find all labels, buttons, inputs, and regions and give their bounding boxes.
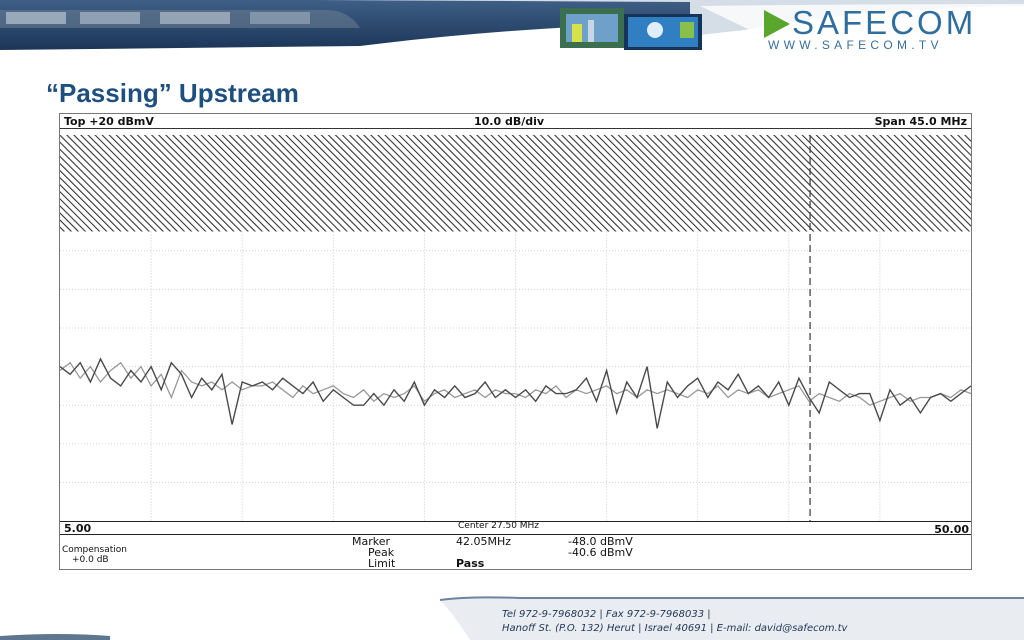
limit-status: Pass	[456, 557, 485, 570]
compensation-label: Compensation	[62, 545, 127, 555]
limit-label: Limit	[368, 557, 396, 570]
marker-frequency: 42.05MHz	[456, 535, 512, 548]
logo-wordmark: SAFECOM	[792, 4, 977, 41]
safecom-logo: SAFECOM WWW.SAFECOM.TV	[764, 4, 1004, 52]
peak-level: -40.6 dBmV	[568, 546, 633, 559]
scale-label: 10.0 dB/div	[474, 115, 545, 128]
spectrum-printout: Top +20 dBmV 10.0 dB/div Span 45.0 MHz 5…	[59, 113, 972, 570]
span-label: Span 45.0 MHz	[874, 115, 967, 128]
axis-divider-lower	[60, 534, 971, 535]
logo-arrow-icon	[764, 10, 790, 38]
top-reference-label: Top +20 dBmV	[64, 115, 154, 128]
compensation-value: +0.0 dB	[72, 555, 109, 565]
footer-address-line: Hanoff St. (P.O. 132) Herut | Israel 406…	[502, 623, 848, 634]
slide-title: “Passing” Upstream	[46, 78, 299, 108]
limit-band-hatch	[60, 135, 971, 232]
footer-contact-line: Tel 972-9-7968032 | Fax 972-9-7968033 |	[502, 609, 711, 620]
spectrum-plot	[60, 129, 971, 521]
center-frequency-label: Center 27.50 MHz	[458, 521, 540, 531]
logo-url: WWW.SAFECOM.TV	[768, 38, 943, 52]
